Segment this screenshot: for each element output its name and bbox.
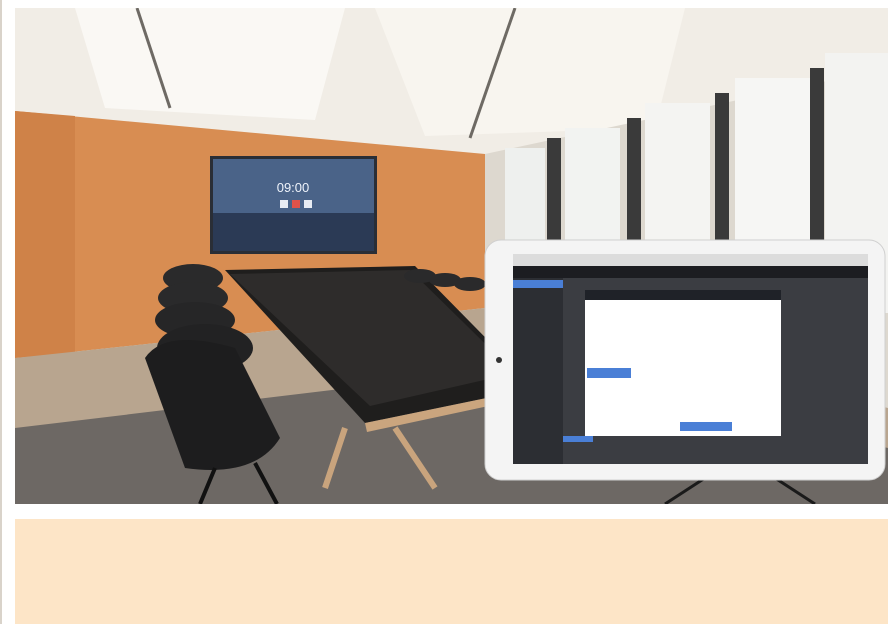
tv-clock-text: 09:00: [277, 180, 310, 195]
tablet-dialog-header: [585, 290, 781, 300]
tablet-browser-bar: [513, 254, 868, 266]
photo-illustration: 09:00: [15, 8, 888, 504]
tablet-app-header: [513, 266, 868, 278]
tablet-dialog-selected-row: [587, 368, 631, 378]
conference-room-photo: 09:00: [15, 8, 888, 504]
wall-tv-landscape: [213, 213, 374, 251]
tablet-sidebar: [513, 278, 563, 464]
tablet-dialog-button: [680, 422, 732, 431]
tablet-footer-tag: [563, 436, 593, 442]
tv-app-icon: [280, 200, 288, 208]
accent-wall-shadow: [15, 111, 75, 358]
tv-app-icon: [292, 200, 300, 208]
ceiling-light-panel: [375, 8, 685, 136]
tablet-dialog: [585, 290, 781, 436]
chair: [454, 277, 486, 291]
page-edge-rule: [0, 0, 2, 624]
tablet-sidebar-active: [513, 280, 563, 288]
ceiling-light-panel: [75, 8, 345, 120]
tablet-home-button: [496, 357, 502, 363]
caption-banner: [15, 519, 888, 624]
tv-app-icon: [304, 200, 312, 208]
